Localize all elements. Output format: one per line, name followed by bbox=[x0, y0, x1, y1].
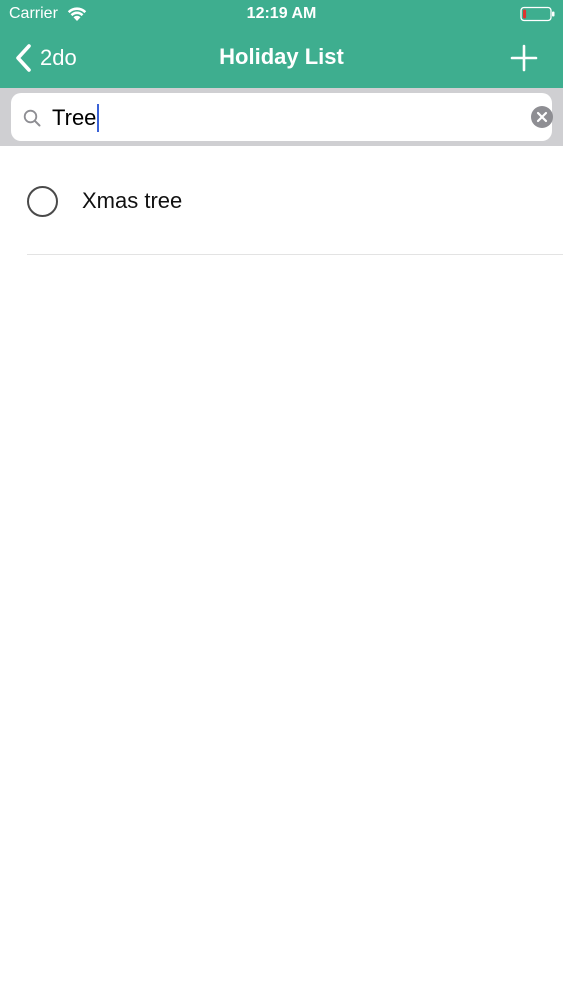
list-item[interactable]: Xmas tree bbox=[0, 146, 563, 255]
header: Carrier 12:19 AM 2do Holiday List bbox=[0, 0, 563, 88]
list-item-label: Xmas tree bbox=[82, 188, 183, 213]
text-caret bbox=[97, 104, 100, 132]
search-field[interactable]: Tree bbox=[11, 93, 553, 141]
list-separator bbox=[27, 254, 563, 255]
search-icon bbox=[23, 109, 41, 127]
search-input[interactable]: Tree bbox=[52, 104, 100, 132]
battery-icon bbox=[520, 6, 555, 22]
navigation-bar: 2do Holiday List bbox=[0, 30, 563, 88]
page-title: Holiday List bbox=[219, 44, 344, 69]
clear-icon[interactable] bbox=[531, 106, 553, 128]
plus-icon[interactable] bbox=[508, 42, 540, 74]
search-input-value: Tree bbox=[52, 105, 97, 130]
status-bar: Carrier 12:19 AM bbox=[0, 0, 563, 30]
todo-list: Xmas tree bbox=[0, 146, 563, 255]
status-time: 12:19 AM bbox=[246, 5, 317, 22]
search-bar: Tree bbox=[0, 88, 563, 146]
circle-checkbox-icon[interactable] bbox=[27, 186, 58, 217]
